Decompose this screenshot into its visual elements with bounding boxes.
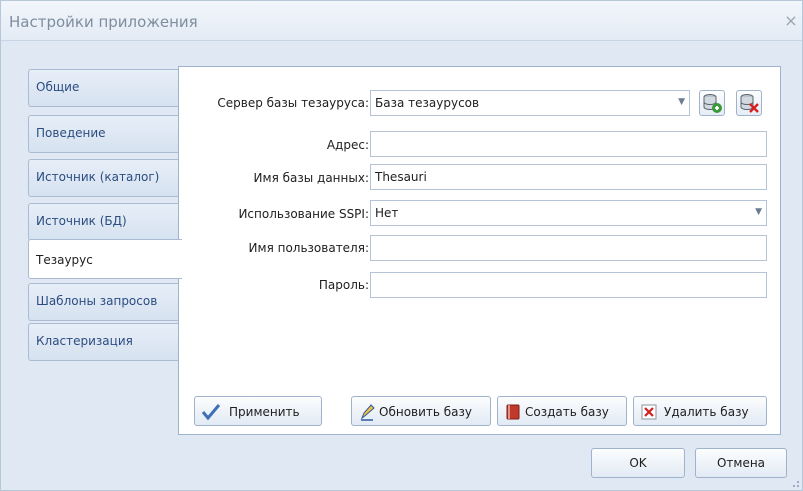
tab-thesaurus[interactable]: Тезаурус: [28, 239, 182, 279]
cancel-button-label: Отмена: [716, 456, 766, 470]
pencil-icon: [360, 404, 375, 421]
tab-source-db[interactable]: Источник (БД): [28, 203, 180, 241]
apply-button[interactable]: Применить: [194, 396, 322, 426]
thesaurus-panel: Сервер базы тезауруса: База тезаурусов ▼: [178, 66, 781, 435]
server-select[interactable]: База тезаурусов ▼: [370, 90, 690, 116]
username-input[interactable]: [370, 235, 767, 261]
title-bar: Настройки приложения ×: [1, 1, 802, 41]
apply-button-label: Применить: [229, 405, 300, 419]
dbname-input[interactable]: Thesauri: [370, 164, 767, 190]
dbname-label: Имя базы данных:: [253, 171, 369, 185]
window-title: Настройки приложения: [9, 13, 198, 31]
server-select-value: База тезаурусов: [375, 96, 480, 110]
resize-grip-icon[interactable]: [790, 478, 800, 488]
chevron-down-icon: ▼: [755, 207, 762, 217]
checkmark-icon: [201, 404, 221, 421]
database-add-icon: [703, 94, 722, 113]
delete-db-button[interactable]: Удалить базу: [633, 396, 767, 426]
tab-query-templates[interactable]: Шаблоны запросов: [28, 283, 180, 321]
sspi-select[interactable]: Нет ▼: [370, 200, 767, 226]
username-label: Имя пользователя:: [248, 241, 369, 255]
password-label: Пароль:: [318, 278, 369, 292]
sspi-select-value: Нет: [375, 206, 399, 220]
delete-icon: [641, 404, 657, 420]
close-button[interactable]: ×: [782, 11, 800, 31]
settings-dialog: Настройки приложения × Общие Поведение И…: [0, 0, 803, 491]
address-label: Адрес:: [326, 138, 369, 152]
book-icon: [506, 404, 520, 420]
refresh-db-button[interactable]: Обновить базу: [351, 396, 491, 426]
chevron-down-icon: ▼: [678, 97, 685, 107]
create-db-button[interactable]: Создать базу: [497, 396, 627, 426]
ok-button-label: OK: [629, 456, 647, 470]
tab-behavior[interactable]: Поведение: [28, 115, 180, 153]
ok-button[interactable]: OK: [591, 448, 685, 478]
tab-general[interactable]: Общие: [28, 69, 180, 107]
refresh-db-button-label: Обновить базу: [379, 405, 473, 419]
cancel-button[interactable]: Отмена: [695, 448, 787, 478]
delete-db-button-label: Удалить базу: [664, 405, 749, 419]
tab-clustering[interactable]: Кластеризация: [28, 323, 180, 361]
add-database-button[interactable]: [699, 90, 725, 116]
password-input[interactable]: [370, 272, 767, 298]
database-delete-icon: [740, 94, 759, 113]
address-input[interactable]: [370, 131, 767, 157]
remove-database-button[interactable]: [736, 90, 762, 116]
tab-source-catalog[interactable]: Источник (каталог): [28, 159, 180, 197]
sspi-label: Использование SSPI:: [238, 207, 369, 221]
create-db-button-label: Создать базу: [525, 405, 609, 419]
server-label: Сервер базы тезауруса:: [217, 96, 369, 110]
